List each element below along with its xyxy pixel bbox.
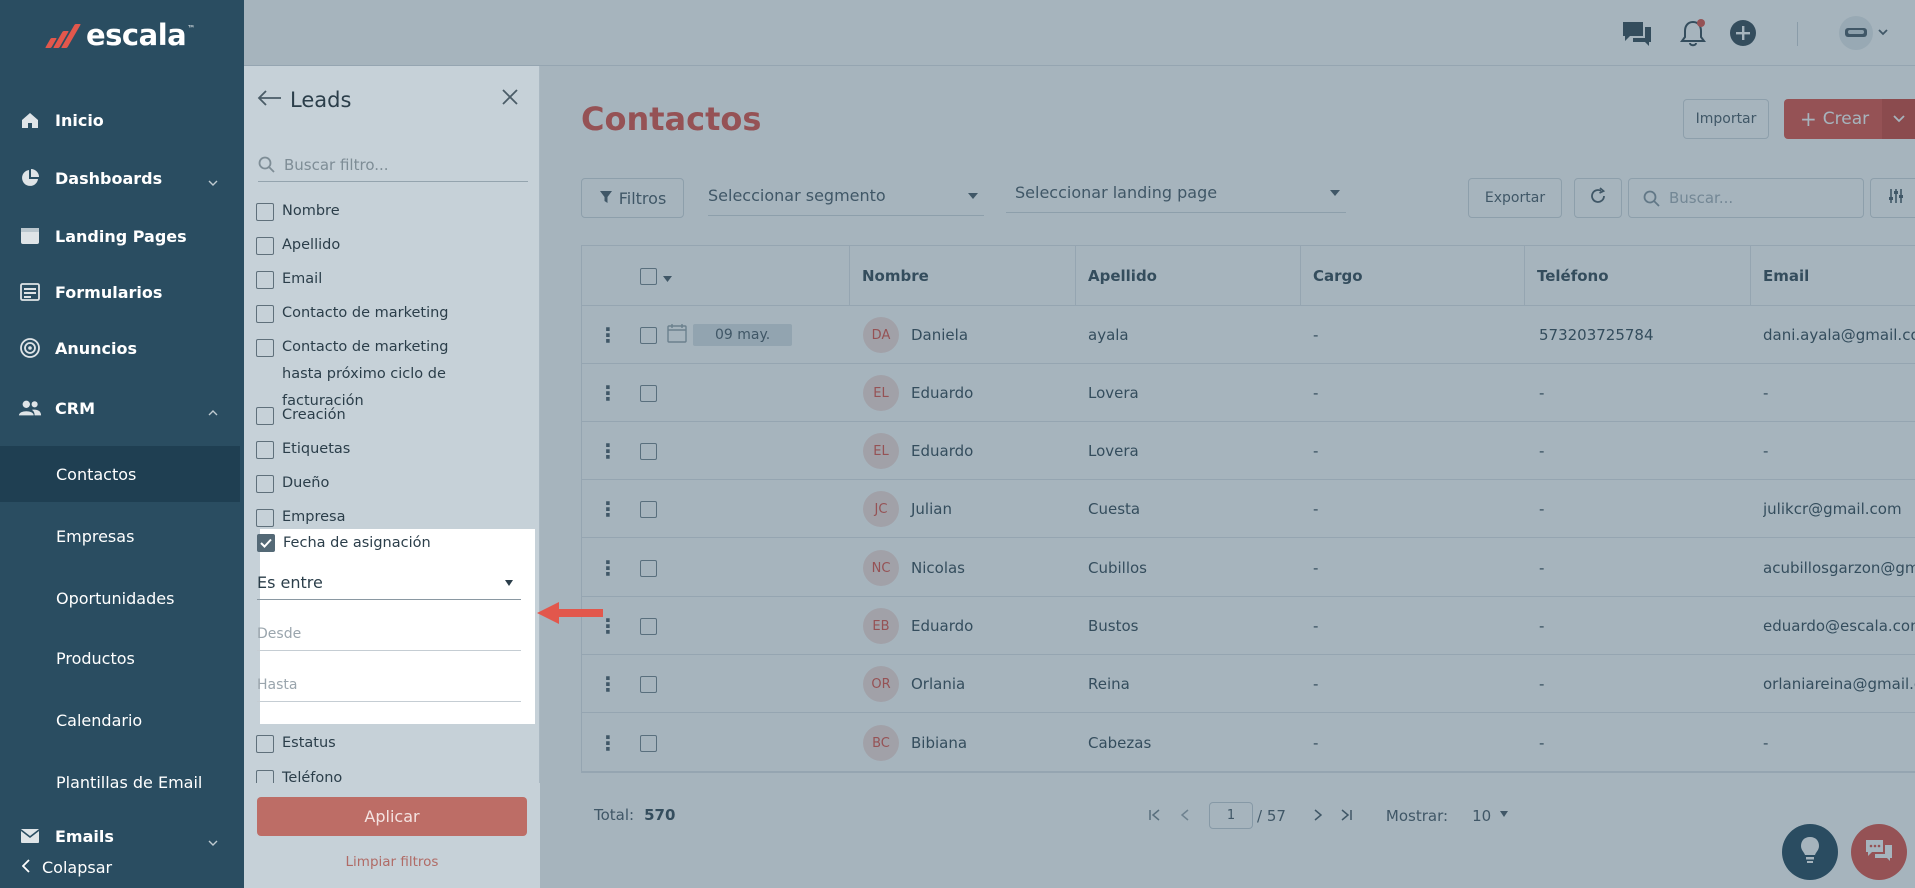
sidebar-item-label: Anuncios [55, 338, 138, 358]
target-icon [18, 337, 42, 359]
filter-option-label: Dueño [282, 475, 330, 491]
sidebar-item-crm[interactable]: CRM [0, 388, 244, 428]
sidebar-item-landing-pages[interactable]: Landing Pages [0, 216, 244, 256]
sidebar-item-formularios[interactable]: Formularios [0, 272, 244, 312]
mail-icon [18, 825, 42, 847]
logo-trademark: ™ [187, 23, 196, 33]
filter-option[interactable]: Email [256, 266, 322, 293]
filter-option-label: Empresa [282, 509, 346, 525]
sidebar-item-label: Inicio [55, 110, 104, 130]
logo-mark-icon [44, 20, 82, 50]
sidebar-item-label: Emails [55, 826, 114, 846]
filter-option-label: Estatus [282, 735, 336, 751]
browser-icon [18, 225, 42, 247]
checkbox[interactable] [256, 339, 274, 357]
collapse-label: Colapsar [42, 857, 113, 877]
clear-filters-link[interactable]: Limpiar filtros [257, 854, 527, 870]
search-icon [258, 156, 275, 177]
checkbox-checked[interactable] [257, 534, 275, 552]
filter-search-placeholder: Buscar filtro... [284, 155, 389, 174]
checkbox[interactable] [256, 509, 274, 527]
date-from-input[interactable]: Desde [257, 617, 521, 651]
checkbox[interactable] [256, 475, 274, 493]
sidebar-item-label: Formularios [55, 282, 163, 302]
sidebar-sub-productos[interactable]: Productos [0, 630, 240, 686]
filter-option-label: Apellido [282, 237, 341, 253]
logo[interactable]: escala ™ [44, 18, 195, 52]
form-icon [18, 281, 42, 303]
sidebar-item-label: Dashboards [55, 168, 163, 188]
back-arrow-icon[interactable] [256, 89, 282, 111]
filter-option-label: Fecha de asignación [283, 535, 431, 551]
filter-option[interactable]: Contacto de marketing [256, 300, 449, 327]
red-arrow-annotation [537, 602, 603, 624]
sidebar-sub-contactos[interactable]: Contactos [0, 446, 240, 502]
filter-option[interactable]: Dueño [256, 470, 329, 497]
chevron-left-icon [21, 858, 30, 877]
operator-select[interactable]: Es entre [257, 566, 521, 600]
filter-option-label: Nombre [282, 203, 340, 219]
filter-search-input[interactable]: Buscar filtro... [258, 148, 528, 182]
checkbox[interactable] [256, 271, 274, 289]
checkbox[interactable] [256, 441, 274, 459]
date-from-placeholder: Desde [257, 625, 302, 642]
filter-panel-title: Leads [290, 88, 352, 112]
filter-option[interactable]: Empresa [256, 504, 346, 531]
checkbox[interactable] [256, 305, 274, 323]
sidebar: escala ™ Inicio Dashboards Landing Pages… [0, 0, 244, 888]
filter-option[interactable]: Estatus [256, 730, 336, 757]
operator-value: Es entre [257, 573, 323, 592]
pie-chart-icon [18, 167, 42, 189]
checkbox[interactable] [256, 735, 274, 753]
sidebar-sub-calendario[interactable]: Calendario [0, 692, 240, 748]
filter-option[interactable]: Apellido [256, 232, 340, 259]
filter-option[interactable]: Etiquetas [256, 436, 350, 463]
sidebar-item-label: Landing Pages [55, 226, 187, 246]
sidebar-sub-oportunidades[interactable]: Oportunidades [0, 570, 240, 626]
filter-panel: Leads Buscar filtro... Nombre Apellido Ema… [244, 66, 540, 888]
checkbox[interactable] [256, 407, 274, 425]
apply-filters-button[interactable]: Aplicar [257, 797, 527, 836]
sidebar-item-anuncios[interactable]: Anuncios [0, 328, 244, 368]
chevron-down-icon [208, 171, 218, 190]
filter-option-label: Email [282, 271, 323, 287]
checkbox[interactable] [256, 203, 274, 221]
filter-option[interactable]: Nombre [256, 198, 340, 225]
users-icon [18, 397, 42, 419]
close-icon[interactable] [501, 88, 519, 110]
sidebar-sub-empresas[interactable]: Empresas [0, 508, 240, 564]
sidebar-sub-plantillas-email[interactable]: Plantillas de Email [0, 754, 240, 810]
caret-down-icon [505, 580, 513, 586]
filter-option-label: Contacto de marketing [282, 305, 449, 321]
chevron-up-icon [208, 401, 218, 420]
checkbox[interactable] [256, 237, 274, 255]
date-to-placeholder: Hasta [257, 676, 298, 693]
filter-option-label: Creación [282, 407, 346, 423]
filter-option-fecha-asignacion[interactable]: Fecha de asignación [257, 534, 431, 552]
sidebar-item-label: CRM [55, 398, 95, 418]
date-to-input[interactable]: Hasta [257, 668, 521, 702]
sidebar-item-dashboards[interactable]: Dashboards [0, 158, 244, 198]
filter-panel-header: Leads [256, 84, 527, 116]
filter-option[interactable]: Creación [256, 402, 346, 429]
home-icon [18, 109, 42, 131]
collapse-sidebar-button[interactable]: Colapsar [0, 846, 244, 888]
logo-text: escala [86, 18, 187, 52]
sidebar-item-inicio[interactable]: Inicio [0, 100, 244, 140]
filter-option-label: Etiquetas [282, 441, 351, 457]
